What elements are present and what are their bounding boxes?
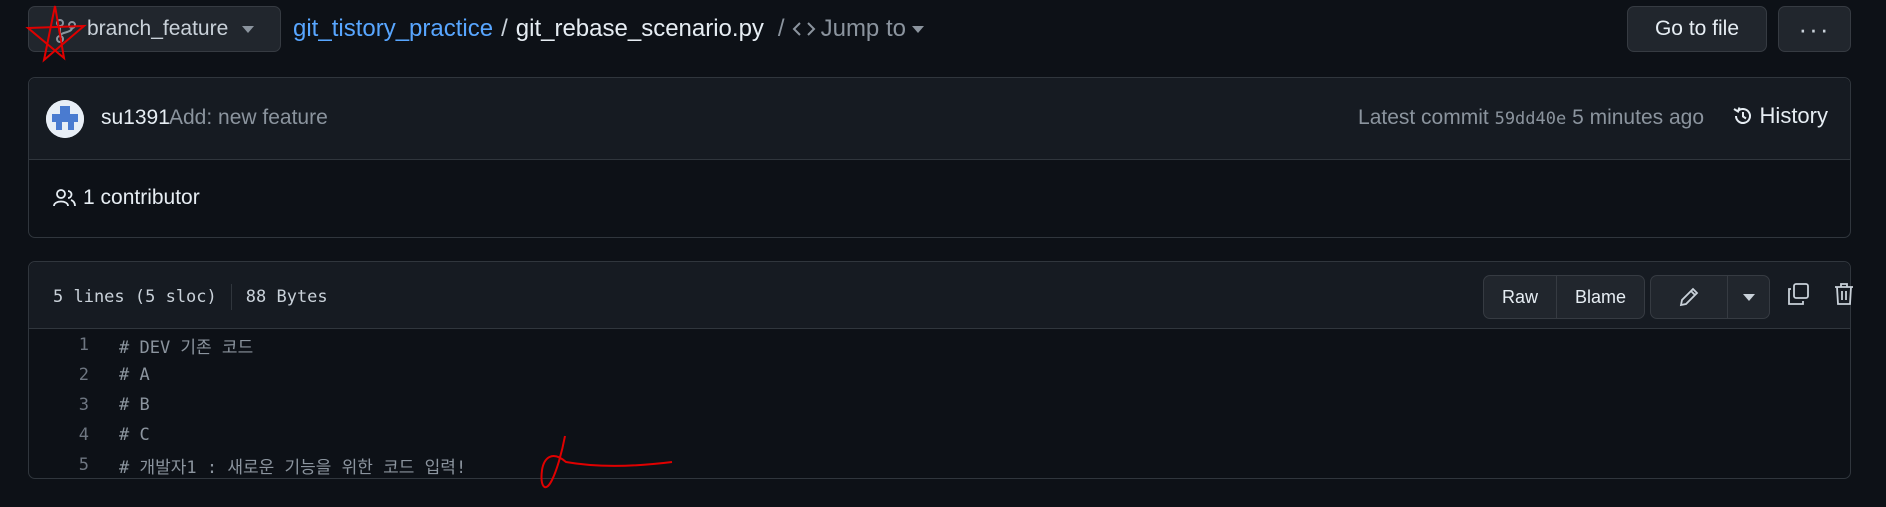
file-size: 88 Bytes [245, 287, 328, 307]
more-options-button[interactable]: ··· [1778, 6, 1851, 52]
blame-button[interactable]: Blame [1556, 276, 1644, 318]
divider [230, 284, 232, 310]
code-line: 2 # A [29, 360, 1850, 390]
repo-link[interactable]: git_tistory_practice [293, 15, 493, 43]
path-separator: / [501, 15, 508, 42]
commit-sha[interactable]: 59dd40e [1495, 109, 1567, 129]
code-icon [792, 22, 816, 36]
branch-name: branch_feature [87, 17, 229, 40]
code-line: 5 # 개발자1 : 새로운 기능을 위한 코드 입력! [29, 450, 1850, 480]
commit-message[interactable]: Add: new feature [169, 106, 328, 130]
line-number[interactable]: 4 [29, 425, 89, 445]
latest-commit: Latest commit 59dd40e 5 minutes ago [1358, 106, 1704, 130]
code-lines: 1 # DEV 기존 코드 2 # A 3 # B 4 # C 5 # 개발자1… [29, 330, 1850, 480]
commit-author[interactable]: su1391 [101, 106, 170, 130]
commit-header: su1391 Add: new feature Latest commit 59… [29, 78, 1850, 160]
copy-icon[interactable] [1786, 282, 1810, 311]
edit-dropdown-button[interactable] [1727, 276, 1769, 318]
trash-icon[interactable] [1833, 282, 1855, 311]
history-label: History [1759, 103, 1828, 128]
caret-down-icon [1742, 293, 1755, 301]
caret-down-icon [242, 25, 255, 33]
latest-commit-label: Latest commit [1358, 106, 1489, 129]
line-text: # 개발자1 : 새로운 기능을 위한 코드 입력! [119, 457, 467, 478]
jump-to-button[interactable]: Jump to [791, 15, 924, 43]
line-text: # B [119, 395, 150, 415]
line-number[interactable]: 1 [29, 335, 89, 355]
line-number[interactable]: 5 [29, 455, 89, 475]
code-line: 1 # DEV 기존 코드 [29, 330, 1850, 360]
code-line: 4 # C [29, 420, 1850, 450]
raw-blame-group: Raw Blame [1483, 275, 1646, 319]
branch-selector-button[interactable]: branch_feature [28, 6, 281, 52]
commit-box: su1391 Add: new feature Latest commit 59… [28, 77, 1851, 238]
jump-to-label: Jump to [820, 15, 906, 42]
breadcrumb: git_tistory_practice / git_rebase_scenar… [293, 15, 924, 43]
code-line: 3 # B [29, 390, 1850, 420]
line-number[interactable]: 3 [29, 395, 89, 415]
lines-info: 5 lines (5 sloc) [53, 287, 217, 307]
raw-button[interactable]: Raw [1484, 276, 1556, 318]
code-box: 5 lines (5 sloc) 88 Bytes Raw Blame 1 # … [28, 261, 1853, 480]
avatar[interactable] [46, 100, 84, 138]
history-icon [1733, 107, 1751, 124]
line-text: # DEV 기존 코드 [119, 337, 254, 358]
people-icon [53, 189, 76, 207]
pencil-icon [1679, 287, 1699, 307]
jump-separator: / [777, 15, 785, 42]
line-text: # C [119, 425, 150, 445]
go-to-file-button[interactable]: Go to file [1627, 6, 1767, 52]
history-link[interactable]: History [1732, 103, 1828, 129]
file-name: git_rebase_scenario.py [515, 15, 764, 42]
jump-caret-icon [911, 25, 924, 33]
edit-button[interactable] [1651, 276, 1727, 318]
contributors-label: 1 contributor [83, 186, 200, 209]
line-text: # A [119, 365, 150, 385]
kebab-icon: ··· [1798, 13, 1831, 44]
git-branch-icon [55, 18, 77, 50]
code-header: 5 lines (5 sloc) 88 Bytes Raw Blame [29, 262, 1853, 329]
contributors-link[interactable]: 1 contributor [53, 186, 200, 210]
edit-group [1650, 275, 1770, 319]
line-number[interactable]: 2 [29, 365, 89, 385]
file-info: 5 lines (5 sloc) 88 Bytes [53, 284, 328, 310]
commit-time: 5 minutes ago [1572, 106, 1704, 129]
